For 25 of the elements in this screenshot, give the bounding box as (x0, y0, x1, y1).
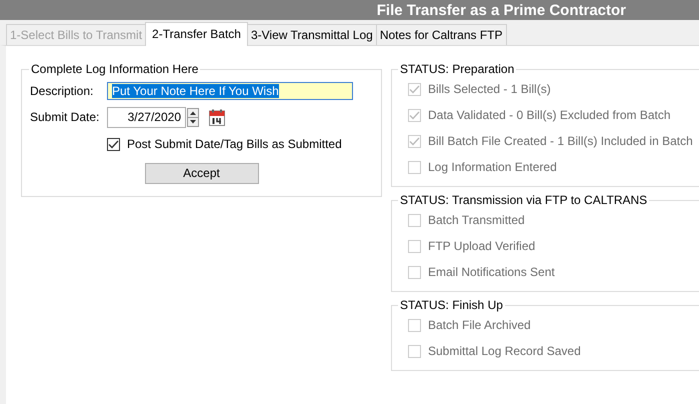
checkbox-label: FTP Upload Verified (428, 239, 536, 253)
description-field[interactable]: Put Your Note Here If You Wish (107, 82, 353, 100)
window-title: File Transfer as a Prime Contractor (376, 2, 626, 18)
checkbox-label: Bill Batch File Created - 1 Bill(s) Included in Batch (428, 134, 693, 148)
checkbox-label: Batch File Archived (428, 318, 531, 332)
checkbox-label: Log Information Entered (428, 160, 557, 174)
checkbox-label: Email Notifications Sent (428, 265, 555, 279)
checkbox-label: Data Validated - 0 Bill(s) Excluded from Batch (428, 108, 671, 122)
calendar-icon[interactable] (209, 108, 225, 126)
checkbox-label: Bills Selected - 1 Bill(s) (428, 82, 551, 96)
group-title: Complete Log Information Here (30, 62, 200, 76)
checkbox-label: Batch Transmitted (428, 213, 525, 227)
checkbox-label: Post Submit Date/Tag Bills as Submitted (127, 137, 342, 151)
checkbox[interactable] (107, 138, 120, 150)
field-label: Description: (30, 84, 94, 98)
field-label: Submit Date: (30, 110, 100, 124)
date-field[interactable]: 3/27/2020 (107, 106, 186, 128)
tab[interactable]: Notes for Caltrans FTP (376, 24, 507, 45)
checkbox-label: Submittal Log Record Saved (428, 344, 581, 358)
group-title: STATUS: Preparation (399, 62, 516, 76)
tab[interactable]: 2-Transfer Batch (145, 22, 248, 46)
accept-button[interactable]: Accept (144, 162, 258, 184)
group-title: STATUS: Transmission via FTP to CALTRANS (399, 193, 648, 207)
spinner-icon[interactable] (187, 108, 199, 126)
group-title: STATUS: Finish Up (399, 298, 504, 312)
